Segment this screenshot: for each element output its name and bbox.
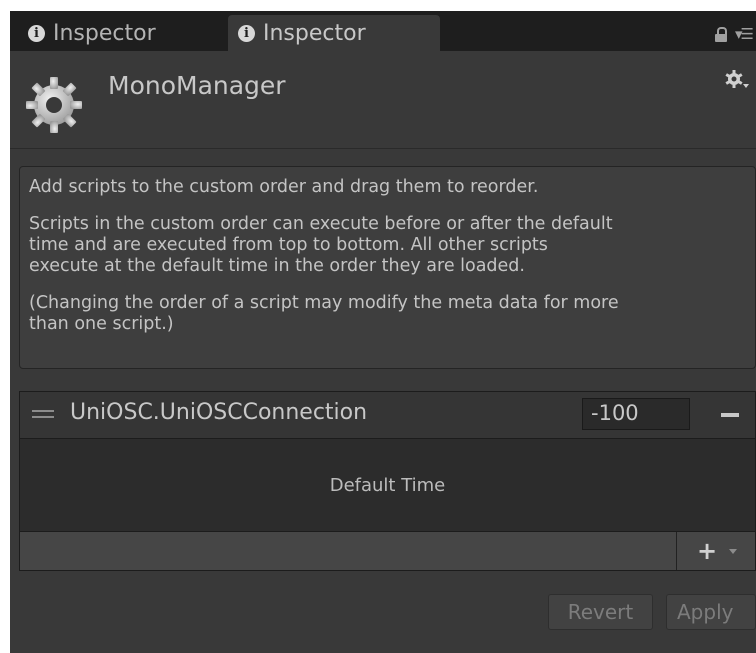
help-paragraph: (Changing the order of a script may modi…	[29, 293, 619, 334]
settings-gear-icon[interactable]	[724, 69, 750, 91]
remove-script-button[interactable]	[710, 404, 750, 426]
chevron-down-icon	[729, 548, 738, 554]
lock-icon[interactable]	[715, 27, 728, 42]
tab-bar-controls: ▾☰	[715, 25, 754, 43]
object-title: MonoManager	[108, 71, 286, 100]
list-item[interactable]: UniOSC.UniOSCConnection -100	[20, 392, 755, 439]
help-paragraph: Scripts in the custom order can execute …	[29, 214, 613, 276]
gear-icon	[26, 77, 82, 133]
apply-button[interactable]: Apply	[666, 594, 756, 630]
default-time-label: Default Time	[20, 439, 755, 532]
help-box: Add scripts to the custom order and drag…	[19, 166, 756, 369]
tab-inspector-2[interactable]: i Inspector	[228, 15, 440, 51]
inspector-header: MonoManager	[10, 51, 756, 149]
info-icon: i	[238, 24, 255, 42]
info-icon: i	[28, 24, 45, 42]
add-script-button[interactable]: +	[676, 532, 756, 570]
script-name: UniOSC.UniOSCConnection	[70, 400, 368, 425]
tab-label: Inspector	[263, 20, 366, 46]
inspector-window: i Inspector i Inspector ▾☰ MonoManager A…	[10, 11, 756, 653]
drag-handle-icon[interactable]	[32, 410, 54, 418]
tab-label: Inspector	[53, 20, 156, 46]
list-footer: +	[20, 532, 755, 570]
tab-bar: i Inspector i Inspector ▾☰	[10, 11, 756, 51]
help-paragraph: Add scripts to the custom order and drag…	[29, 177, 539, 197]
tab-inspector-1[interactable]: i Inspector	[18, 15, 218, 51]
execution-order-field[interactable]: -100	[582, 398, 690, 430]
revert-button[interactable]: Revert	[548, 594, 653, 630]
plus-icon: +	[697, 537, 718, 565]
menu-icon[interactable]: ▾☰	[735, 25, 754, 43]
script-order-list: UniOSC.UniOSCConnection -100 Default Tim…	[19, 391, 756, 571]
